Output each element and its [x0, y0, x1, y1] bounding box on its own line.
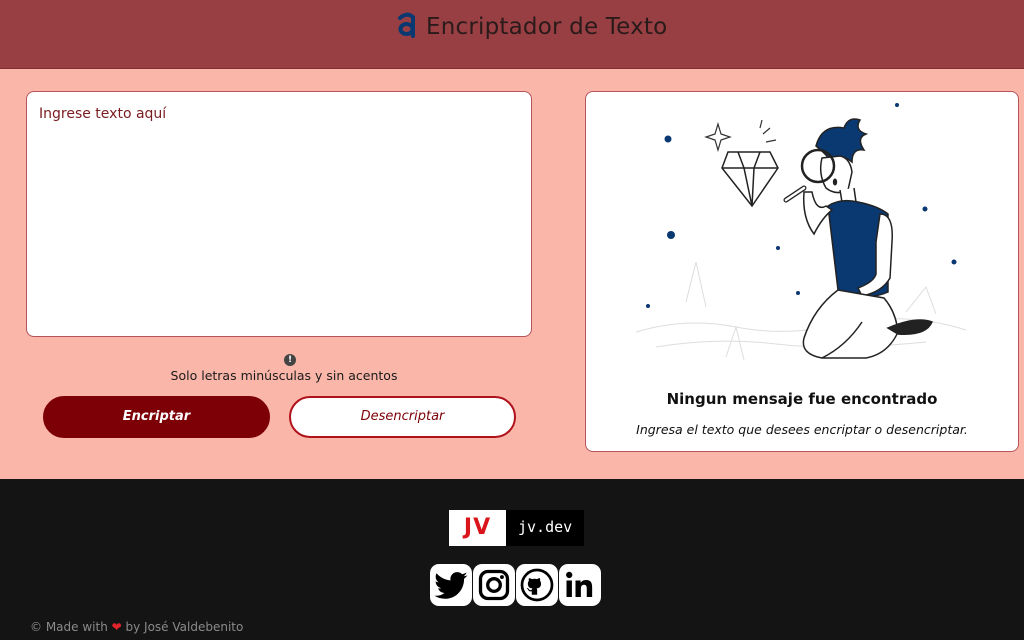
a-logo-icon — [398, 12, 415, 38]
github-icon[interactable] — [516, 564, 558, 606]
footer: JV jv.dev © Made with ❤ by José Valdeben… — [0, 479, 1024, 640]
decrypt-button[interactable]: Desencriptar — [289, 396, 516, 438]
twitter-icon[interactable] — [430, 564, 472, 606]
made-with-author: by José Valdebenito — [125, 620, 244, 634]
page-title: Encriptador de Texto — [426, 14, 668, 40]
brand-logo[interactable]: JV jv.dev — [449, 510, 584, 546]
heart-icon: ❤ — [111, 620, 122, 634]
info-icon: ! — [284, 354, 296, 366]
header: Encriptador de Texto — [0, 0, 1024, 69]
brand-domain: jv.dev — [506, 510, 584, 546]
made-with-credit: © Made with ❤ by José Valdebenito — [30, 620, 243, 634]
linkedin-icon[interactable] — [559, 564, 601, 606]
instagram-icon[interactable] — [473, 564, 515, 606]
encrypt-button[interactable]: Encriptar — [43, 396, 270, 438]
made-with-prefix: © Made with — [30, 620, 108, 634]
brand-mark: JV — [449, 510, 506, 546]
output-subtitle: Ingresa el texto que desees encriptar o … — [636, 422, 968, 437]
output-panel: Ningun mensaje fue encontrado Ingresa el… — [585, 91, 1019, 452]
input-hint: Solo letras minúsculas y sin acentos — [170, 368, 398, 383]
social-links — [430, 564, 602, 606]
text-input-container — [26, 91, 532, 337]
output-title: Ningun mensaje fue encontrado — [666, 390, 938, 408]
text-input[interactable] — [39, 106, 519, 326]
search-illustration — [635, 103, 967, 361]
